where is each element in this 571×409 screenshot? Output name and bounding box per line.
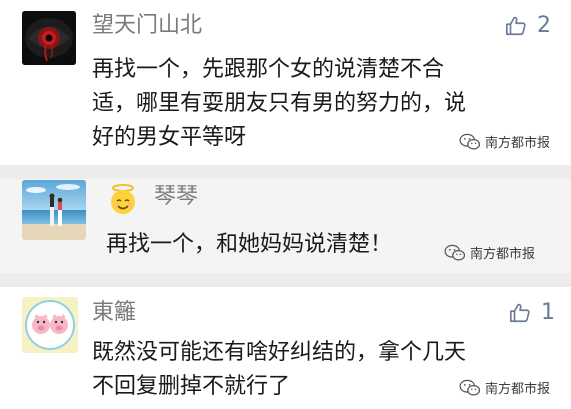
- thumbs-up-icon: [506, 16, 526, 36]
- username[interactable]: 東籬: [92, 302, 136, 324]
- separator: [0, 165, 571, 179]
- separator: [0, 273, 571, 287]
- comment-line: 适，哪里有耍朋友只有男的努力的，说: [92, 91, 467, 116]
- watermark-text: 南方都市报: [485, 382, 551, 397]
- avatar[interactable]: [22, 297, 78, 353]
- watermark-text: 南方都市报: [470, 247, 536, 262]
- wechat-logo-icon: [459, 379, 481, 396]
- username[interactable]: 望天门山北: [92, 15, 202, 37]
- watermark: 南方都市报: [444, 243, 535, 262]
- comment-line: 好的男女平等呀: [92, 125, 247, 150]
- comment-line: 再找一个，和她妈妈说清楚！: [106, 232, 393, 257]
- comment-line: 既然没可能还有啥好纠结的，拿个几天: [92, 340, 467, 365]
- avatar-pigs-image: [22, 297, 78, 353]
- avatar[interactable]: [22, 180, 86, 240]
- comment-text: 既然没可能还有啥好纠结的，拿个几天 不回复删掉不就行了: [92, 336, 466, 404]
- like-count: 2: [537, 13, 551, 38]
- comment-line: 不回复删掉不就行了: [92, 374, 291, 399]
- watermark-text: 南方都市报: [485, 136, 551, 151]
- comment-line: 再找一个，先跟那个女的说清楚不合: [92, 57, 445, 82]
- like-button[interactable]: 1: [509, 302, 555, 324]
- comment-text: 再找一个，先跟那个女的说清楚不合 适，哪里有耍朋友只有男的努力的，说 好的男女平…: [92, 53, 466, 155]
- comment-text: 再找一个，和她妈妈说清楚！: [106, 228, 392, 262]
- thumbs-up-icon: [510, 303, 530, 323]
- like-button[interactable]: 2: [505, 15, 551, 37]
- avatar[interactable]: [22, 11, 76, 65]
- avatar-beach-image: [22, 180, 86, 240]
- wechat-logo-icon: [459, 133, 481, 150]
- comments-screenshot: 望天门山北 2 再找一个，先跟那个女的说清楚不合 适，哪里有耍朋友只有男的努力的…: [0, 0, 571, 409]
- wechat-logo-icon: [444, 244, 466, 261]
- username[interactable]: 琴琴: [154, 186, 198, 208]
- like-count: 1: [541, 300, 555, 325]
- avatar-eye-image: [22, 11, 76, 65]
- watermark: 南方都市报: [459, 132, 550, 151]
- watermark: 南方都市报: [459, 378, 550, 397]
- angel-emoji-icon: [111, 184, 135, 214]
